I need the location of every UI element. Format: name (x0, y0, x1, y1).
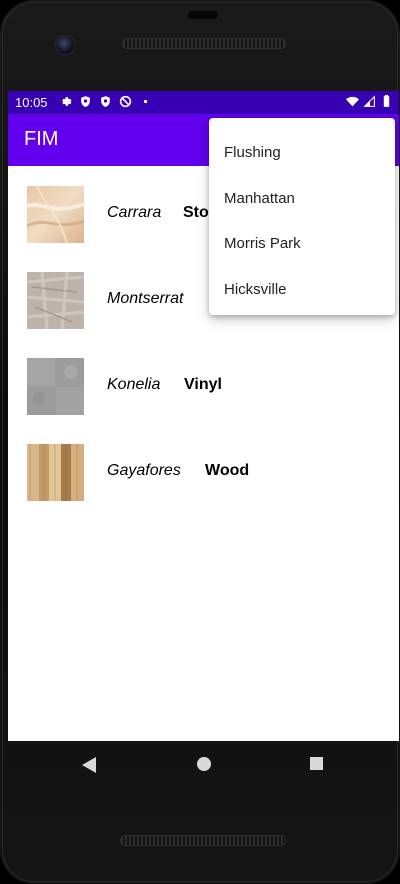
bottom-speaker (120, 835, 286, 846)
product-name: Carrara (107, 204, 162, 221)
menu-item-label: Flushing (224, 144, 281, 161)
status-bar: 10:05 (8, 91, 399, 114)
menu-item-label: Manhattan (224, 190, 295, 207)
product-name: Montserrat (107, 290, 184, 307)
no-sync-icon (119, 95, 132, 108)
back-icon[interactable] (82, 757, 96, 773)
status-icons-right (346, 95, 393, 108)
menu-item-label: Hicksville (224, 281, 287, 298)
gear-icon (62, 97, 72, 106)
product-name: Konelia (107, 376, 161, 393)
phone-frame: 10:05 FIM Carrara Stone Montserrat Konel… (0, 0, 400, 884)
menu-item-flushing[interactable]: Flushing (209, 130, 395, 175)
shield-icon (101, 96, 110, 107)
status-time: 10:05 (15, 95, 48, 110)
product-name: Gayafores (107, 462, 181, 479)
status-icons-left (59, 95, 152, 108)
wifi-icon (346, 96, 359, 107)
screen: 10:05 FIM Carrara Stone Montserrat Konel… (8, 91, 399, 741)
product-thumbnail (27, 444, 84, 501)
list-item[interactable]: Konelia Vinyl (8, 338, 399, 424)
battery-icon (383, 95, 390, 107)
menu-item-label: Morris Park (224, 235, 301, 252)
product-thumbnail (27, 358, 84, 415)
top-speaker (122, 38, 286, 49)
home-icon[interactable] (197, 757, 211, 771)
shield-icon (81, 96, 90, 107)
menu-item-morris-park[interactable]: Morris Park (209, 221, 395, 266)
app-title: FIM (24, 128, 59, 150)
product-thumbnail (27, 186, 84, 243)
recents-icon[interactable] (310, 757, 323, 770)
location-dropdown-menu: Flushing Manhattan Morris Park Hicksvill… (209, 118, 395, 315)
product-thumbnail (27, 272, 84, 329)
menu-item-hicksville[interactable]: Hicksville (209, 267, 395, 312)
product-type: Vinyl (184, 376, 222, 393)
camera-icon (55, 35, 75, 55)
list-item[interactable]: Gayafores Wood (8, 424, 399, 510)
signal-icon (363, 95, 375, 107)
menu-item-manhattan[interactable]: Manhattan (209, 176, 395, 221)
dot-icon (143, 99, 148, 104)
product-type: Wood (205, 462, 250, 479)
earpiece-slot (188, 11, 218, 19)
